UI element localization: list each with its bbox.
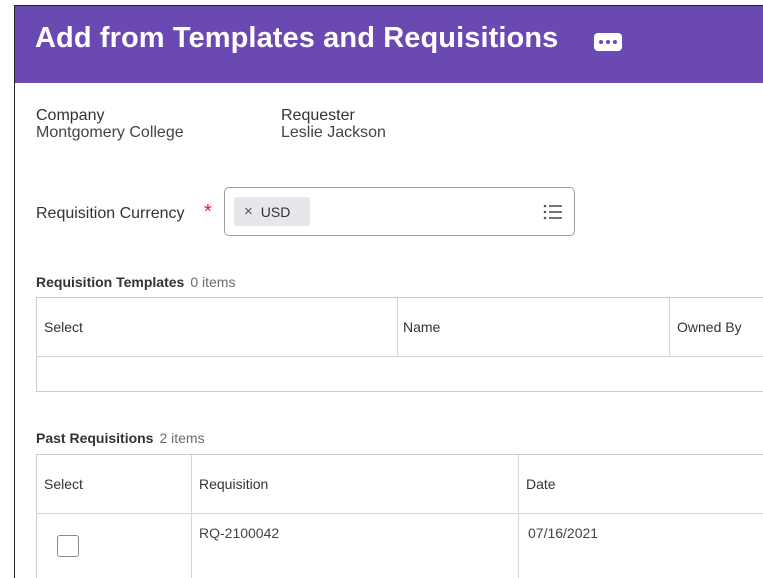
column-header-date[interactable]: Date xyxy=(526,476,556,492)
date-cell: 07/16/2021 xyxy=(528,525,599,541)
templates-count: 0 items xyxy=(190,274,236,290)
requester-label: Requester xyxy=(281,107,355,124)
templates-title: Requisition Templates 0 items xyxy=(36,274,235,290)
past-requisitions-title-text: Past Requisitions xyxy=(36,430,154,446)
past-requisitions-count: 2 items xyxy=(159,430,205,446)
column-header-name[interactable]: Name xyxy=(403,319,440,335)
more-icon-dot xyxy=(606,40,610,44)
grid-divider xyxy=(669,298,670,356)
requisition-cell[interactable]: RQ-2100042 xyxy=(199,525,279,541)
company-value: Montgomery College xyxy=(36,124,184,141)
remove-icon[interactable]: × xyxy=(244,203,253,220)
currency-prompt-input[interactable]: × USD xyxy=(224,187,575,236)
company-label: Company xyxy=(36,107,105,124)
grid-divider xyxy=(37,356,763,357)
column-header-requisition[interactable]: Requisition xyxy=(199,476,268,492)
currency-label: Requisition Currency xyxy=(36,205,185,222)
dialog-header: Add from Templates and Requisitions xyxy=(15,6,763,83)
grid-divider xyxy=(397,298,398,356)
grid-divider xyxy=(191,455,192,578)
currency-pill[interactable]: × USD xyxy=(234,197,310,226)
currency-pill-label: USD xyxy=(260,203,291,220)
column-header-select[interactable]: Select xyxy=(44,319,83,335)
dialog: Add from Templates and Requisitions Comp… xyxy=(14,5,763,578)
row-select-checkbox[interactable] xyxy=(57,535,79,557)
column-header-select[interactable]: Select xyxy=(44,476,83,492)
more-icon-dot xyxy=(613,40,617,44)
grid-divider xyxy=(37,513,763,514)
past-requisitions-grid: Select Requisition Date RQ-2100042 07/16… xyxy=(36,454,763,578)
list-icon[interactable] xyxy=(543,203,563,221)
column-header-owned-by[interactable]: Owned By xyxy=(677,319,742,335)
required-indicator: * xyxy=(204,201,212,223)
past-requisitions-title: Past Requisitions 2 items xyxy=(36,430,205,446)
templates-title-text: Requisition Templates xyxy=(36,274,185,290)
requester-value: Leslie Jackson xyxy=(281,124,386,141)
templates-grid: Select Name Owned By xyxy=(36,297,763,392)
page-title: Add from Templates and Requisitions xyxy=(35,22,559,54)
more-actions-button[interactable] xyxy=(594,33,622,51)
grid-divider xyxy=(518,455,519,578)
more-horizontal-icon xyxy=(599,40,603,44)
